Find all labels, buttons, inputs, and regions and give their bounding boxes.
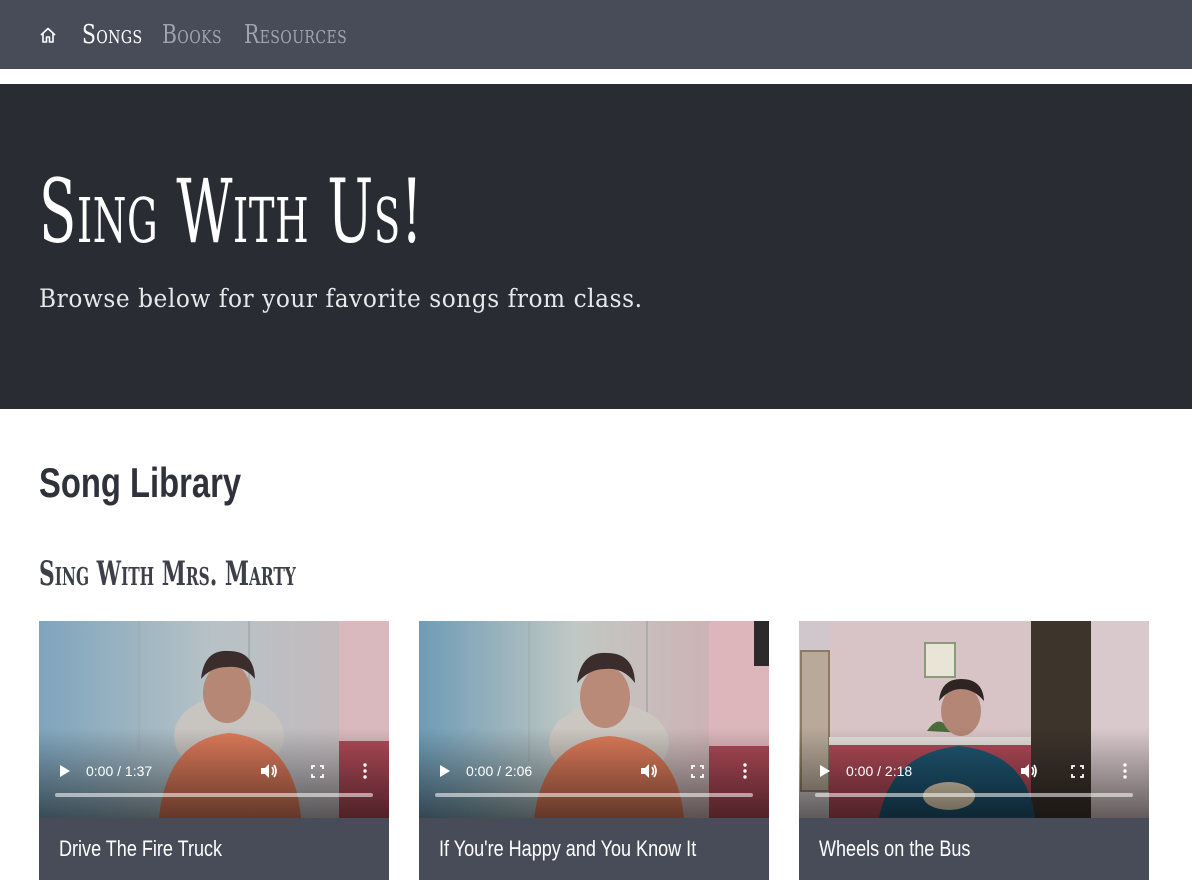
video-time: 0:00 / 2:06 bbox=[466, 763, 533, 779]
nav-link-songs[interactable]: Songs bbox=[82, 20, 142, 50]
nav-link-resources[interactable]: Resources bbox=[244, 20, 347, 50]
volume-icon[interactable] bbox=[1019, 761, 1039, 781]
video-progress-bar[interactable] bbox=[815, 793, 1133, 797]
more-options-icon[interactable] bbox=[735, 761, 755, 781]
video-time: 0:00 / 1:37 bbox=[86, 763, 153, 779]
more-options-icon[interactable] bbox=[355, 761, 375, 781]
song-library-heading: Song Library bbox=[39, 459, 242, 506]
song-card: 0:00 / 2:06 If You're Happy and You Know… bbox=[419, 621, 769, 880]
hero-title: Sing With Us! bbox=[39, 160, 424, 263]
section-subheading: Sing With Mrs. Marty bbox=[39, 554, 296, 594]
nav-link-books[interactable]: Books bbox=[162, 20, 222, 50]
video-player[interactable]: 0:00 / 1:37 bbox=[39, 621, 389, 818]
volume-icon[interactable] bbox=[259, 761, 279, 781]
fullscreen-icon[interactable] bbox=[307, 761, 327, 781]
top-navigation: Songs Books Resources bbox=[0, 0, 1192, 69]
hero-subtitle: Browse below for your favorite songs fro… bbox=[39, 284, 643, 313]
play-icon[interactable] bbox=[57, 761, 73, 781]
fullscreen-icon[interactable] bbox=[1067, 761, 1087, 781]
song-title[interactable]: If You're Happy and You Know It bbox=[439, 836, 696, 862]
video-progress-bar[interactable] bbox=[435, 793, 753, 797]
volume-icon[interactable] bbox=[639, 761, 659, 781]
video-player[interactable]: 0:00 / 2:06 bbox=[419, 621, 769, 818]
video-player[interactable]: 0:00 / 2:18 bbox=[799, 621, 1149, 818]
fullscreen-icon[interactable] bbox=[687, 761, 707, 781]
play-icon[interactable] bbox=[437, 761, 453, 781]
video-progress-bar[interactable] bbox=[55, 793, 373, 797]
home-icon[interactable] bbox=[38, 24, 60, 46]
more-options-icon[interactable] bbox=[1115, 761, 1135, 781]
song-title[interactable]: Wheels on the Bus bbox=[819, 836, 970, 862]
play-icon[interactable] bbox=[817, 761, 833, 781]
song-title[interactable]: Drive The Fire Truck bbox=[59, 836, 222, 862]
hero-banner: Sing With Us! Browse below for your favo… bbox=[0, 84, 1192, 409]
song-card: 0:00 / 1:37 Drive The Fire Truck bbox=[39, 621, 389, 880]
video-time: 0:00 / 2:18 bbox=[846, 763, 913, 779]
song-card: 0:00 / 2:18 Wheels on the Bus bbox=[799, 621, 1149, 880]
